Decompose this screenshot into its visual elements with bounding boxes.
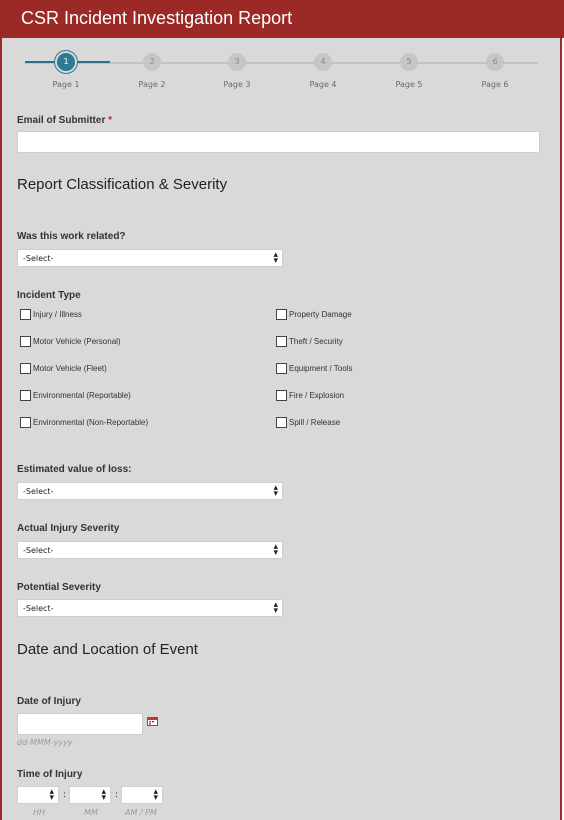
minute-hint: MM bbox=[84, 808, 98, 817]
checkbox-label: Spill / Release bbox=[289, 418, 341, 427]
checkbox-label: Property Damage bbox=[289, 310, 352, 319]
checkbox-fire-explosion[interactable] bbox=[276, 390, 287, 401]
date-of-injury-label: Date of Injury bbox=[17, 696, 81, 707]
actual-severity-label: Actual Injury Severity bbox=[17, 523, 120, 534]
select-arrows-icon: ▴ ▾ bbox=[49, 787, 54, 803]
time-separator: : bbox=[115, 790, 119, 800]
step-5-indicator[interactable]: 5 bbox=[400, 53, 418, 71]
step-3-label: Page 3 bbox=[223, 80, 251, 89]
step-1-indicator[interactable]: 1 bbox=[57, 53, 75, 71]
work-related-label: Was this work related? bbox=[17, 231, 126, 242]
step-4-indicator[interactable]: 4 bbox=[314, 53, 332, 71]
checkbox-label: Motor Vehicle (Personal) bbox=[33, 337, 121, 346]
checkbox-injury-illness[interactable] bbox=[20, 309, 31, 320]
checkbox-label: Injury / Illness bbox=[33, 310, 82, 319]
step-2-label: Page 2 bbox=[138, 80, 166, 89]
email-field[interactable] bbox=[17, 131, 540, 153]
checkbox-label: Equipment / Tools bbox=[289, 364, 353, 373]
step-6-label: Page 6 bbox=[481, 80, 509, 89]
potential-severity-select[interactable]: -Select- ▴ ▾ bbox=[17, 599, 283, 617]
incident-type-label: Incident Type bbox=[17, 290, 81, 301]
select-arrows-icon: ▴ ▾ bbox=[101, 787, 106, 803]
checkbox-label: Fire / Explosion bbox=[289, 391, 345, 400]
date-of-injury-field[interactable] bbox=[17, 713, 143, 735]
step-1-label: Page 1 bbox=[52, 80, 80, 89]
potential-severity-label: Potential Severity bbox=[17, 582, 101, 593]
email-label-text: Email of Submitter bbox=[17, 115, 106, 126]
select-arrows-icon: ▴ ▾ bbox=[273, 483, 278, 499]
checkbox-equipment-tools[interactable] bbox=[276, 363, 287, 374]
checkbox-label: Environmental (Non-Reportable) bbox=[33, 418, 149, 427]
checkbox-label: Environmental (Reportable) bbox=[33, 391, 131, 400]
checkbox-label: Theft / Security bbox=[289, 337, 343, 346]
section-heading-classification: Report Classification & Severity bbox=[17, 176, 228, 193]
hour-hint: HH bbox=[33, 808, 46, 817]
work-related-select[interactable]: -Select- ▴ ▾ bbox=[17, 249, 283, 267]
time-of-injury-label: Time of Injury bbox=[17, 769, 83, 780]
section-heading-date-location: Date and Location of Event bbox=[17, 641, 198, 658]
checkbox-environmental-reportable[interactable] bbox=[20, 390, 31, 401]
work-related-value: -Select- bbox=[23, 254, 54, 263]
step-5-label: Page 5 bbox=[395, 80, 423, 89]
actual-severity-select[interactable]: -Select- ▴ ▾ bbox=[17, 541, 283, 559]
checkbox-motor-vehicle-fleet[interactable] bbox=[20, 363, 31, 374]
estimated-loss-select[interactable]: -Select- ▴ ▾ bbox=[17, 482, 283, 500]
actual-severity-value: -Select- bbox=[23, 546, 54, 555]
hour-select[interactable]: ▴ ▾ bbox=[17, 786, 59, 804]
select-arrows-icon: ▴ ▾ bbox=[273, 542, 278, 558]
required-asterisk: * bbox=[108, 115, 113, 126]
select-arrows-icon: ▴ ▾ bbox=[273, 600, 278, 616]
date-format-hint: dd-MMM-yyyy bbox=[17, 738, 73, 747]
select-arrows-icon: ▴ ▾ bbox=[153, 787, 158, 803]
estimated-loss-value: -Select- bbox=[23, 487, 54, 496]
step-2-indicator[interactable]: 2 bbox=[143, 53, 161, 71]
minute-select[interactable]: ▴ ▾ bbox=[69, 786, 111, 804]
checkbox-spill-release[interactable] bbox=[276, 417, 287, 428]
ampm-select[interactable]: ▴ ▾ bbox=[121, 786, 163, 804]
select-arrows-icon: ▴ ▾ bbox=[273, 250, 278, 266]
calendar-icon[interactable] bbox=[147, 716, 158, 726]
checkbox-theft-security[interactable] bbox=[276, 336, 287, 347]
potential-severity-value: -Select- bbox=[23, 604, 54, 613]
checkbox-environmental-non-reportable[interactable] bbox=[20, 417, 31, 428]
checkbox-motor-vehicle-personal[interactable] bbox=[20, 336, 31, 347]
page-title: CSR Incident Investigation Report bbox=[21, 8, 293, 28]
checkbox-property-damage[interactable] bbox=[276, 309, 287, 320]
time-separator: : bbox=[63, 790, 67, 800]
step-6-indicator[interactable]: 6 bbox=[486, 53, 504, 71]
header-bar: CSR Incident Investigation Report bbox=[0, 0, 564, 38]
ampm-hint: AM / PM bbox=[125, 808, 157, 817]
step-3-indicator[interactable]: 3 bbox=[228, 53, 246, 71]
email-label: Email of Submitter * bbox=[17, 115, 112, 126]
estimated-loss-label: Estimated value of loss: bbox=[17, 464, 132, 475]
checkbox-label: Motor Vehicle (Fleet) bbox=[33, 364, 107, 373]
step-4-label: Page 4 bbox=[309, 80, 337, 89]
